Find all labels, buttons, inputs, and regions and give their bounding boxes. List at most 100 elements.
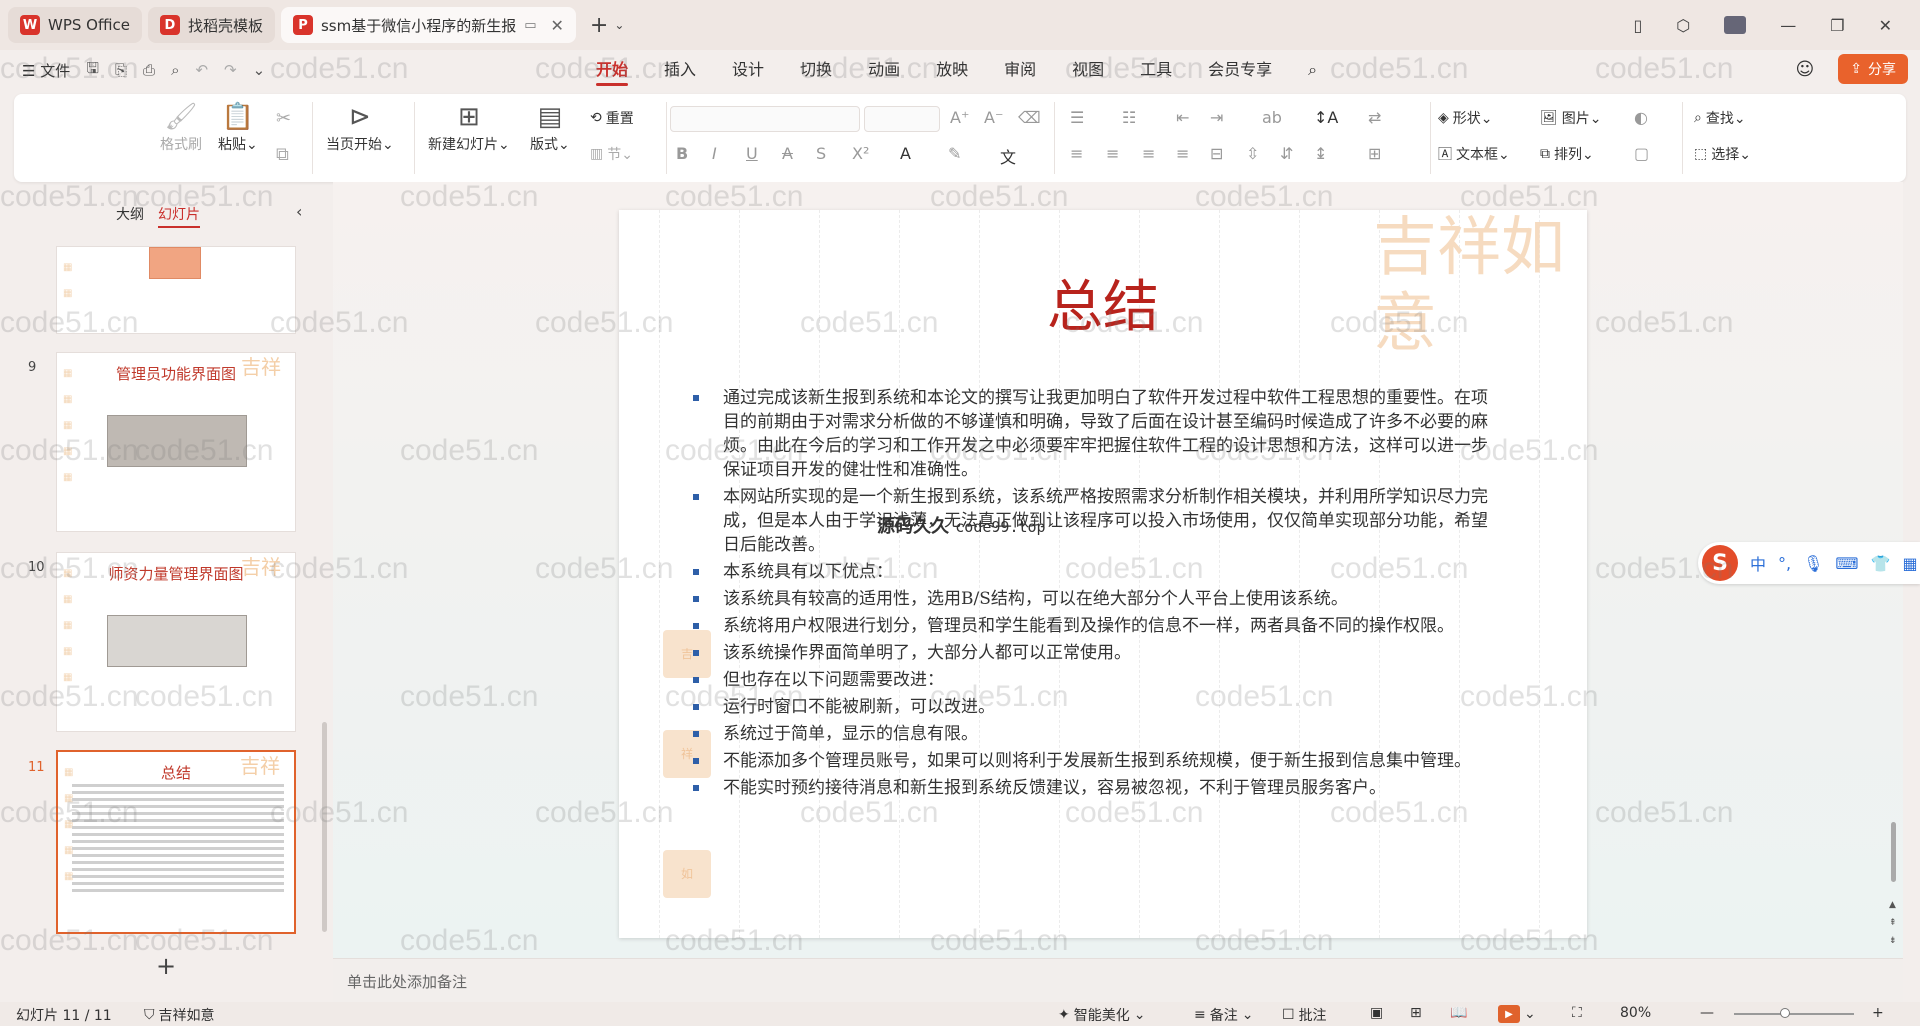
notes-button[interactable]: ≡ 备注 ⌄ <box>1194 1005 1253 1025</box>
line-spacing-icon[interactable]: ↕A <box>1314 108 1338 127</box>
convert-icon[interactable]: ⇄ <box>1368 108 1381 127</box>
outline-icon[interactable]: ▢ <box>1634 144 1649 163</box>
file-menu[interactable]: ☰ 文件 <box>22 60 70 81</box>
notes-pane[interactable]: 单击此处添加备注 <box>333 958 1903 1002</box>
theme-button[interactable]: ⛉ 吉祥如意 <box>144 1005 215 1025</box>
tab-review[interactable]: 审阅 <box>986 50 1054 90</box>
save-icon[interactable]: 🖫 <box>86 58 99 83</box>
tab-template[interactable]: D 找稻壳模板 <box>147 7 275 43</box>
current-slide[interactable]: 吉祥如意 吉 祥 如 总结 通过完成该新生报到系统和本论文的撰写让我更加明白了软… <box>619 210 1587 938</box>
avatar[interactable] <box>1724 16 1747 34</box>
next-slide-icon[interactable]: ⇟ <box>1889 936 1897 946</box>
slide-thumbnail-selected[interactable]: 总结 ▦ ▦ ▦ ▦ ▦ 吉祥 <box>56 750 296 934</box>
slide-thumbnail[interactable]: 师资力量管理界面图 ▦ ▦ ▦ ▦ ▦ 吉祥 <box>56 552 296 732</box>
print-icon[interactable]: ⎙ <box>143 61 155 79</box>
monitor-icon[interactable]: ▭ <box>524 18 536 33</box>
smart-beautify-button[interactable]: ✦ 智能美化 ⌄ <box>1058 1005 1145 1025</box>
chat-icon[interactable]: ☺ <box>1796 59 1815 80</box>
tab-outline[interactable]: 大纲 <box>116 204 144 228</box>
slide-thumbnail[interactable]: 管理员功能界面图 ▦ ▦ ▦ ▦ ▦ 吉祥 <box>56 352 296 532</box>
spacing-icon[interactable]: ⇵ <box>1280 144 1293 163</box>
valign-icon[interactable]: ⊞ <box>1368 144 1381 163</box>
find-button[interactable]: ⌕ 查找⌄ <box>1694 108 1746 128</box>
tab-animation[interactable]: 动画 <box>850 50 918 90</box>
decrease-font-icon[interactable]: A⁻ <box>984 108 1003 127</box>
minimize-icon[interactable]: — <box>1780 16 1796 35</box>
new-slide-button[interactable]: ⊞ 新建幻灯片⌄ <box>428 100 510 154</box>
collapse-icon[interactable]: ‹ <box>296 202 302 221</box>
tab-document[interactable]: P ssm基于微信小程序的新生报 ▭ ✕ <box>280 7 576 43</box>
align-left-icon[interactable]: ≡ <box>1070 144 1083 163</box>
sorter-view-icon[interactable]: ⊞ <box>1410 1005 1422 1021</box>
tab-wps-office[interactable]: W WPS Office <box>8 7 142 43</box>
shadow-icon[interactable]: S <box>816 144 826 163</box>
underline-icon[interactable]: U <box>746 144 758 163</box>
tab-slides[interactable]: 幻灯片 <box>158 204 200 228</box>
number-list-icon[interactable]: ☷ <box>1122 108 1136 127</box>
reset-button[interactable]: ⟲ 重置 <box>590 108 634 128</box>
export-icon[interactable]: ⎘ <box>115 61 127 79</box>
scroll-thumb[interactable] <box>1891 822 1896 882</box>
play-button[interactable]: ▶ ⌄ <box>1498 1005 1536 1023</box>
highlight-icon[interactable]: ✎ <box>948 144 961 163</box>
section-button[interactable]: ▥ 节⌄ <box>590 144 633 164</box>
new-tab-button[interactable]: + ⌄ <box>590 13 625 38</box>
add-slide-button[interactable]: + <box>156 952 176 980</box>
font-name-select[interactable] <box>670 106 860 132</box>
italic-icon[interactable]: I <box>712 144 717 163</box>
skin-icon[interactable]: 👕 <box>1871 554 1891 573</box>
bold-icon[interactable]: B <box>676 144 688 163</box>
arrange-button[interactable]: ⧉ 排列⌄ <box>1540 144 1594 164</box>
strikethrough-icon[interactable]: A <box>782 144 793 163</box>
reading-view-icon[interactable]: 📖 <box>1450 1005 1467 1021</box>
cut-icon[interactable]: ✂ <box>276 108 291 129</box>
increase-font-icon[interactable]: A⁺ <box>950 108 969 127</box>
slide-title[interactable]: 总结 <box>619 262 1587 343</box>
punctuation-icon[interactable]: °, <box>1778 554 1791 573</box>
ime-language[interactable]: 中 <box>1750 551 1766 575</box>
pane-scrollbar[interactable] <box>322 722 327 932</box>
tab-view[interactable]: 视图 <box>1054 50 1122 90</box>
fill-icon[interactable]: ◐ <box>1634 108 1648 127</box>
undo-icon[interactable]: ↶ <box>195 61 208 79</box>
sogou-logo-icon[interactable]: S <box>1702 545 1738 581</box>
reading-mode-icon[interactable]: ▯ <box>1633 16 1642 35</box>
normal-view-icon[interactable]: ▣ <box>1370 1005 1383 1021</box>
tab-insert[interactable]: 插入 <box>646 50 714 90</box>
ime-toolbar[interactable]: S 中 °, 🎙 ⌨ 👕 ▦ <box>1698 542 1920 584</box>
close-window-icon[interactable]: ✕ <box>1879 16 1892 35</box>
font-color-icon[interactable]: A <box>900 144 911 163</box>
select-button[interactable]: ⬚ 选择⌄ <box>1694 144 1751 164</box>
share-button[interactable]: ⇪ 分享 <box>1838 54 1908 84</box>
microphone-icon[interactable]: 🎙 <box>1803 554 1823 573</box>
align-right-icon[interactable]: ≡ <box>1142 144 1155 163</box>
scroll-up-icon[interactable]: ▲ <box>1889 900 1896 910</box>
tab-design[interactable]: 设计 <box>714 50 782 90</box>
picture-button[interactable]: 🖼 图片⌄ <box>1540 108 1602 128</box>
print-preview-icon[interactable]: ⌕ <box>171 61 179 79</box>
phonetic-icon[interactable]: 文 <box>1000 144 1016 168</box>
clear-format-icon[interactable]: ⌫ <box>1018 108 1041 127</box>
para-spacing-icon[interactable]: ⇳ <box>1246 144 1259 163</box>
bullet-list-icon[interactable]: ☰ <box>1070 108 1084 127</box>
shape-button[interactable]: ◈ 形状⌄ <box>1438 108 1493 128</box>
zoom-out-icon[interactable]: — <box>1700 1005 1714 1021</box>
zoom-slider[interactable] <box>1734 1013 1854 1015</box>
line-height-icon[interactable]: ↨ <box>1314 144 1327 163</box>
slide-thumbnail[interactable]: ▦ ▦ <box>56 246 296 334</box>
decrease-indent-icon[interactable]: ⇤ <box>1176 108 1189 127</box>
tab-member[interactable]: 会员专享 <box>1190 50 1290 90</box>
tab-transition[interactable]: 切换 <box>782 50 850 90</box>
justify-icon[interactable]: ≡ <box>1176 144 1189 163</box>
prev-slide-icon[interactable]: ⇞ <box>1889 918 1897 928</box>
text-direction-icon[interactable]: ab <box>1262 108 1282 127</box>
slide-body[interactable]: 通过完成该新生报到系统和本论文的撰写让我更加明白了软件开发过程中软件工程思想的重… <box>693 386 1493 803</box>
play-current-button[interactable]: ⊳ 当页开始⌄ <box>326 100 394 154</box>
apps-grid-icon[interactable]: ▦ <box>1902 554 1917 573</box>
tab-tools[interactable]: 工具 <box>1122 50 1190 90</box>
superscript-icon[interactable]: X² <box>852 144 869 163</box>
close-icon[interactable]: ✕ <box>551 16 564 35</box>
redo-icon[interactable]: ↷ <box>224 61 237 79</box>
format-painter-button[interactable]: 🖌 格式刷 <box>160 100 202 154</box>
zoom-slider-knob[interactable] <box>1780 1008 1790 1018</box>
